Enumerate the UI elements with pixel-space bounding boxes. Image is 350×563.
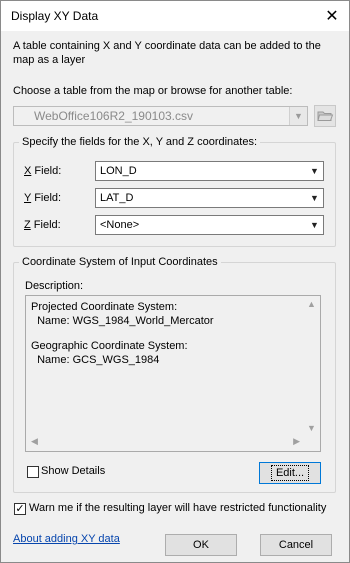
chevron-down-icon: ▼ [310,166,319,176]
horizontal-scrollbar[interactable]: ◀ ▶ [27,434,304,450]
show-details-checkbox[interactable] [27,466,39,478]
description-line: Geographic Coordinate System: [31,340,188,352]
dialog-title: Display XY Data [11,9,99,23]
folder-open-icon [317,111,334,121]
description-label: Description: [25,280,84,292]
close-button[interactable]: ✕ [315,1,349,31]
description-line: Projected Coordinate System: [31,301,178,313]
x-field-select[interactable]: LON_D ▼ [95,161,324,181]
chevron-down-icon: ▼ [289,107,307,125]
scroll-down-icon[interactable]: ▼ [307,423,316,433]
x-field-value: LON_D [100,165,137,177]
display-xy-data-dialog: Display XY Data ✕ A table containing X a… [0,0,350,563]
close-icon: ✕ [325,8,339,25]
warn-label[interactable]: Warn me if the resulting layer will have… [29,502,326,514]
table-select[interactable]: WebOffice106R2_190103.csv ▼ [13,106,308,126]
show-details-label[interactable]: Show Details [41,465,105,477]
y-field-label: Y Field: [24,192,62,204]
description-textarea[interactable]: Projected Coordinate System: Name: WGS_1… [25,295,321,452]
ok-button[interactable]: OK [165,534,237,556]
scroll-left-icon[interactable]: ◀ [31,436,38,447]
browse-table-button[interactable] [314,105,336,127]
table-select-value: WebOffice106R2_190103.csv [34,109,193,123]
edit-button[interactable]: Edit... [259,462,321,484]
scroll-up-icon[interactable]: ▲ [307,299,316,309]
about-xy-data-link[interactable]: About adding XY data [13,533,120,545]
warn-checkbox[interactable]: ✓ [14,503,26,515]
y-field-select[interactable]: LAT_D ▼ [95,188,324,208]
intro-text: A table containing X and Y coordinate da… [13,40,321,66]
y-field-value: LAT_D [100,192,134,204]
table-label: Choose a table from the map or browse fo… [13,85,293,97]
z-field-select[interactable]: <None> ▼ [95,215,324,235]
chevron-down-icon: ▼ [310,220,319,230]
scroll-right-icon[interactable]: ▶ [293,436,300,447]
z-field-value: <None> [100,219,140,231]
coordinate-system-group-title: Coordinate System of Input Coordinates [19,256,221,268]
chevron-down-icon: ▼ [310,193,319,203]
checkmark-icon: ✓ [15,502,25,515]
description-line: Name: GCS_WGS_1984 [31,354,160,366]
cancel-button[interactable]: Cancel [260,534,332,556]
description-line: Name: WGS_1984_World_Mercator [31,315,214,327]
x-field-label: X Field: [24,165,62,177]
vertical-scrollbar[interactable]: ▲ ▼ [303,297,319,435]
z-field-label: Z Field: [24,219,61,231]
title-bar: Display XY Data ✕ [1,1,349,31]
fields-group-title: Specify the fields for the X, Y and Z co… [19,136,261,148]
